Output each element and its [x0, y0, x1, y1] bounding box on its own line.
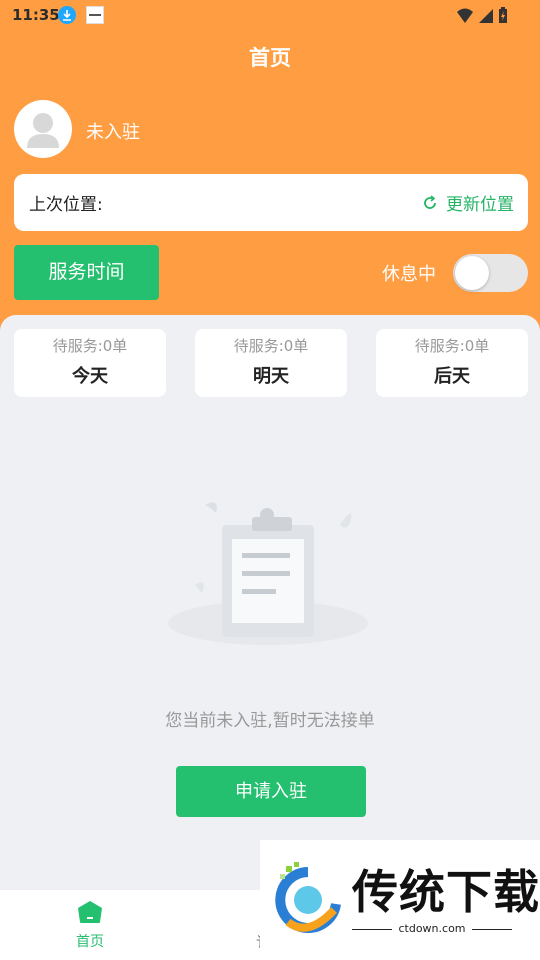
download-icon	[58, 6, 76, 24]
apply-join-button[interactable]: 申请入驻	[176, 766, 366, 817]
empty-state-message: 您当前未入驻,暂时无法接单	[165, 711, 375, 731]
day-card-day-after[interactable]: 待服务:0单 后天	[376, 329, 528, 397]
user-avatar-icon[interactable]	[14, 100, 72, 158]
watermark: 传统下载 ctdown.com	[260, 840, 540, 960]
clipboard-icon	[160, 495, 375, 655]
wifi-icon	[457, 8, 473, 23]
watermark-divider-right	[472, 929, 512, 930]
update-location-button[interactable]: 更新位置	[422, 190, 514, 215]
day-name: 后天	[434, 366, 470, 387]
day-card-tomorrow[interactable]: 待服务:0单 明天	[195, 329, 347, 397]
day-card-today[interactable]: 待服务:0单 今天	[14, 329, 166, 397]
status-icons	[456, 7, 508, 24]
status-bar: 11:35	[0, 0, 540, 32]
location-card: 上次位置: 更新位置	[14, 174, 528, 231]
last-location-label: 上次位置:	[29, 195, 103, 215]
service-time-button[interactable]: 服务时间	[14, 245, 159, 300]
day-name: 今天	[72, 366, 108, 387]
day-pending-count: 待服务:0单	[233, 337, 309, 355]
day-pending-count: 待服务:0单	[414, 337, 490, 355]
rest-toggle[interactable]	[453, 254, 528, 292]
rest-status-label: 休息中	[382, 264, 436, 285]
day-pending-count: 待服务:0单	[52, 337, 128, 355]
tab-home[interactable]: 首页	[60, 900, 120, 951]
tab-home-label: 首页	[76, 934, 104, 950]
status-time: 11:35	[12, 6, 60, 24]
user-status-name: 未入驻	[86, 122, 140, 143]
toggle-knob	[455, 256, 489, 290]
refresh-icon	[424, 194, 436, 209]
update-location-label: 更新位置	[446, 195, 514, 215]
day-name: 明天	[253, 366, 289, 387]
battery-icon	[499, 7, 507, 23]
ctdown-logo-icon	[275, 862, 341, 933]
page-title: 首页	[249, 46, 291, 70]
signal-icon	[479, 8, 493, 23]
home-icon	[78, 901, 102, 923]
watermark-brand: 传统下载	[352, 865, 540, 919]
app-notification-icon	[86, 6, 104, 24]
